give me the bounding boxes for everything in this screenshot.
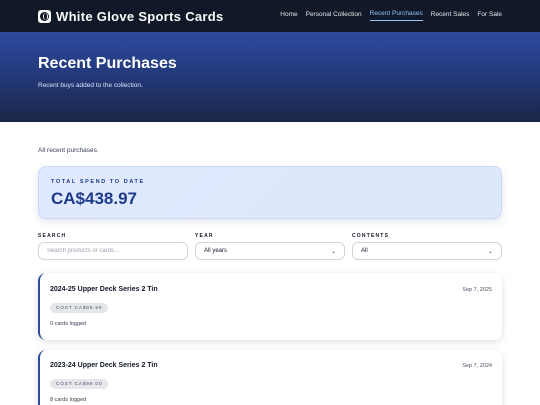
page-subtitle: Recent buys added to the collection.: [38, 82, 143, 89]
nav-link-for-sale[interactable]: For Sale: [477, 11, 502, 21]
purchase-card[interactable]: 2024-25 Upper Deck Series 2 Tin Sep 7, 2…: [38, 273, 502, 340]
nav-link-recent-purchases[interactable]: Recent Purchases: [369, 11, 423, 21]
cards-logged-text: 8 cards logged: [50, 397, 87, 403]
baseball-icon: [38, 9, 51, 23]
nav-links: Home Personal Collection Recent Purchase…: [272, 0, 502, 32]
top-navbar: White Glove Sports Cards Home Personal C…: [0, 0, 540, 32]
purchase-date: Sep 7, 2025: [462, 287, 492, 293]
brand[interactable]: White Glove Sports Cards: [38, 9, 224, 24]
hero-banner: Recent Purchases Recent buys added to th…: [0, 32, 540, 122]
nav-link-home[interactable]: Home: [280, 11, 297, 21]
contents-select[interactable]: All ⌄: [352, 242, 502, 260]
brand-name: White Glove Sports Cards: [56, 8, 224, 24]
year-select[interactable]: All years ⌄: [195, 242, 345, 260]
page-title: Recent Purchases: [38, 55, 177, 72]
search-label: SEARCH: [38, 233, 67, 239]
search-input[interactable]: [47, 248, 179, 254]
purchase-card[interactable]: 2023-24 Upper Deck Series 2 Tin Sep 7, 2…: [38, 350, 502, 405]
chevron-down-icon: ⌄: [330, 248, 336, 255]
search-field: [38, 242, 188, 260]
cost-badge: COST CA$99.00: [50, 379, 109, 389]
contents-select-value: All: [361, 248, 368, 254]
nav-link-recent-sales[interactable]: Recent Sales: [431, 11, 470, 21]
cards-logged-text: 0 cards logged: [50, 321, 87, 327]
intro-text: All recent purchases.: [38, 147, 99, 154]
contents-label: CONTENTS: [352, 233, 390, 239]
cost-badge: COST CA$89.99: [50, 303, 109, 313]
purchase-title: 2023-24 Upper Deck Series 2 Tin: [50, 362, 158, 369]
purchase-date: Sep 7, 2024: [462, 363, 492, 369]
total-spend-value: CA$438.97: [51, 189, 138, 208]
nav-link-personal-collection[interactable]: Personal Collection: [306, 11, 362, 21]
chevron-down-icon: ⌄: [487, 248, 493, 255]
total-spend-card: TOTAL SPEND TO DATE CA$438.97: [38, 166, 502, 219]
year-label: YEAR: [195, 233, 214, 239]
purchase-title: 2024-25 Upper Deck Series 2 Tin: [50, 286, 158, 293]
total-spend-label: TOTAL SPEND TO DATE: [51, 179, 145, 185]
year-select-value: All years: [204, 248, 228, 254]
